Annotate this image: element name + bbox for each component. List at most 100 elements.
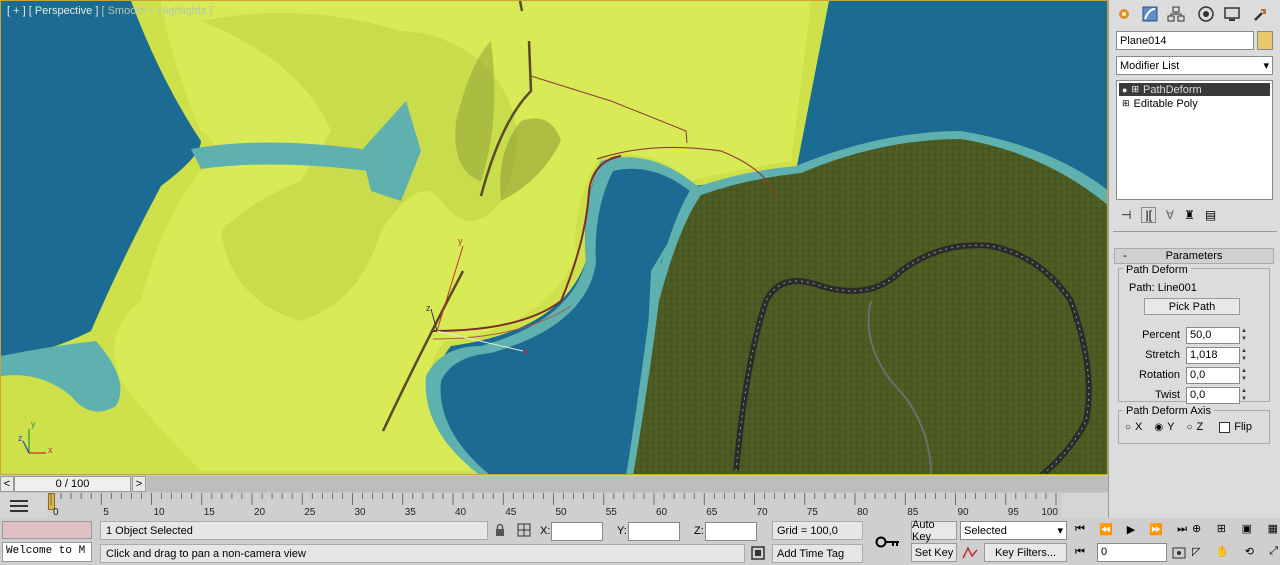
- z-coord-field[interactable]: [705, 522, 757, 541]
- time-slider[interactable]: < 0 / 100 >: [0, 475, 1108, 493]
- viewport-view-label[interactable]: [ Perspective ]: [29, 5, 99, 17]
- next-frame-icon[interactable]: ⏩: [1149, 523, 1163, 536]
- viewport-menu-plus[interactable]: [ + ]: [7, 5, 26, 17]
- x-coord-field[interactable]: [551, 522, 603, 541]
- param-field-rotation[interactable]: 0,0: [1186, 366, 1240, 384]
- utilities-tab-icon[interactable]: [1249, 3, 1271, 25]
- expand-icon[interactable]: ⊞: [1131, 84, 1139, 95]
- hierarchy-tab-icon[interactable]: [1165, 3, 1187, 25]
- param-field-stretch[interactable]: 1,018: [1186, 346, 1240, 364]
- spinner-icon[interactable]: ▲ ▼: [1240, 347, 1248, 364]
- time-slider-track[interactable]: [147, 476, 1108, 492]
- divider: [1113, 231, 1277, 232]
- track-tick-label: 20: [254, 507, 266, 518]
- modifier-list-dropdown[interactable]: Modifier List ▾: [1116, 56, 1273, 75]
- perspective-viewport[interactable]: y z x y x z [ + ] [ Perspective ] [ Smoo…: [0, 0, 1108, 475]
- pin-stack-icon[interactable]: ⊣: [1121, 208, 1131, 222]
- axis-radio-y[interactable]: ◉ Y: [1154, 421, 1174, 433]
- prev-frame-button[interactable]: <: [0, 476, 14, 492]
- param-field-twist[interactable]: 0,0: [1186, 386, 1240, 404]
- previous-frame-icon[interactable]: ⏪: [1099, 523, 1113, 536]
- chevron-down-icon: ▾: [1263, 60, 1269, 72]
- spinner-icon[interactable]: ▲ ▼: [1240, 387, 1248, 404]
- expand-icon[interactable]: ⊞: [1122, 98, 1130, 109]
- key-mode-dropdown[interactable]: Selected ▾: [960, 521, 1067, 540]
- next-frame-button[interactable]: >: [132, 476, 146, 492]
- track-tick-label: 65: [706, 507, 718, 518]
- selection-status: 1 Object Selected: [100, 521, 488, 540]
- track-tick-label: 25: [304, 507, 316, 518]
- auto-key-button[interactable]: Auto Key: [911, 519, 957, 543]
- orbit-icon[interactable]: ⟲: [1245, 545, 1254, 558]
- spinner-icon[interactable]: ▲ ▼: [1240, 367, 1248, 384]
- gizmo-z-label: z: [426, 303, 431, 313]
- track-tick-label: 95: [1008, 507, 1020, 518]
- path-label: Path: Line001: [1129, 282, 1197, 294]
- default-tangents-icon[interactable]: [962, 546, 978, 563]
- modify-tab-icon[interactable]: [1139, 3, 1161, 25]
- axis-group-title: Path Deform Axis: [1123, 405, 1214, 417]
- viewport-shading-label[interactable]: [ Smooth + Highlights ]: [101, 5, 212, 17]
- maxscript-listener-mini[interactable]: [2, 521, 92, 539]
- key-mode-toggle-icon[interactable]: ⏮: [1075, 546, 1085, 559]
- set-key-mode-icon[interactable]: [868, 523, 908, 561]
- current-frame-field[interactable]: 0: [1097, 543, 1167, 562]
- axis-options: ○ X ◉ Y ○ Z Flip: [1125, 421, 1270, 433]
- key-filters-button[interactable]: Key Filters...: [984, 543, 1067, 562]
- show-end-result-icon[interactable]: |[: [1141, 207, 1156, 223]
- zoom-all-icon[interactable]: ⊞: [1217, 522, 1226, 535]
- zoom-extents-all-icon[interactable]: ▦: [1268, 522, 1278, 535]
- parameters-rollout-header[interactable]: - Parameters: [1114, 248, 1274, 264]
- axis-label: Z: [1196, 421, 1204, 433]
- pan-hand-icon[interactable]: ✋: [1216, 545, 1230, 558]
- parameters-list: Percent 50,0 ▲ ▼ Stretch 1,018 ▲ ▼ Rotation 0,0 ▲ ▼…: [1119, 325, 1269, 405]
- lightbulb-icon[interactable]: ●: [1122, 85, 1127, 95]
- track-ruler[interactable]: 0 5 10 15 20 25 30 35 40 45 50 55 60 65 70 75 80 85 90 95 10…: [47, 493, 1062, 518]
- make-unique-icon[interactable]: ∀: [1166, 208, 1174, 222]
- set-key-button[interactable]: Set Key: [911, 543, 957, 562]
- pick-path-button[interactable]: Pick Path: [1144, 298, 1240, 315]
- zoom-extents-icon[interactable]: ▣: [1242, 522, 1252, 535]
- absolute-mode-icon[interactable]: [516, 522, 532, 541]
- radio-icon: ○: [1186, 421, 1193, 433]
- object-color-swatch[interactable]: [1257, 31, 1273, 50]
- mini-curve-editor-icon[interactable]: [8, 497, 30, 513]
- gizmo-x-label: x: [524, 346, 529, 356]
- maximize-viewport-icon[interactable]: ⤢: [1269, 545, 1278, 558]
- checkbox-icon: [1219, 421, 1231, 433]
- param-row-percent: Percent 50,0 ▲ ▼: [1119, 325, 1269, 345]
- y-coord-field[interactable]: [628, 522, 680, 541]
- group-title: Path Deform: [1123, 264, 1191, 276]
- track-tick-label: 40: [455, 507, 467, 518]
- param-row-stretch: Stretch 1,018 ▲ ▼: [1119, 345, 1269, 365]
- param-label: Rotation: [1139, 369, 1180, 381]
- go-to-start-icon[interactable]: ⏮: [1075, 523, 1085, 536]
- motion-tab-icon[interactable]: [1195, 3, 1217, 25]
- chevron-down-icon: ▾: [1057, 525, 1063, 537]
- stack-item-pathdeform[interactable]: ● ⊞ PathDeform: [1119, 83, 1270, 96]
- display-tab-icon[interactable]: [1221, 3, 1243, 25]
- play-icon[interactable]: ▶: [1127, 523, 1135, 536]
- flip-checkbox[interactable]: Flip: [1219, 421, 1252, 433]
- track-bar[interactable]: 0 5 10 15 20 25 30 35 40 45 50 55 60 65 70 75 80 85 90 95 10…: [0, 493, 1108, 518]
- track-tick-label: 10: [154, 507, 166, 518]
- lock-icon[interactable]: [493, 523, 507, 540]
- field-of-view-icon[interactable]: ◸: [1192, 545, 1200, 558]
- go-to-end-icon[interactable]: ⏭: [1177, 523, 1187, 536]
- axis-radio-x[interactable]: ○ X: [1125, 421, 1142, 433]
- axis-label: Y: [1167, 421, 1175, 433]
- stack-item-editable-poly[interactable]: ⊞ Editable Poly: [1119, 97, 1270, 110]
- configure-sets-icon[interactable]: ▤: [1205, 208, 1216, 222]
- zoom-icon[interactable]: ⊕: [1192, 522, 1201, 535]
- axis-radio-z[interactable]: ○ Z: [1186, 421, 1203, 433]
- remove-modifier-icon[interactable]: ♜: [1184, 208, 1195, 222]
- spinner-icon[interactable]: ▲ ▼: [1240, 327, 1248, 344]
- param-field-percent[interactable]: 50,0: [1186, 326, 1240, 344]
- object-name-field[interactable]: [1116, 31, 1254, 50]
- time-configuration-icon[interactable]: [1172, 546, 1186, 563]
- add-time-tag[interactable]: Add Time Tag: [772, 544, 863, 563]
- create-tab-icon[interactable]: [1113, 3, 1135, 25]
- time-tag-icon[interactable]: [750, 545, 766, 564]
- time-slider-thumb[interactable]: 0 / 100: [14, 476, 131, 492]
- maxscript-input[interactable]: Welcome to M: [2, 542, 92, 562]
